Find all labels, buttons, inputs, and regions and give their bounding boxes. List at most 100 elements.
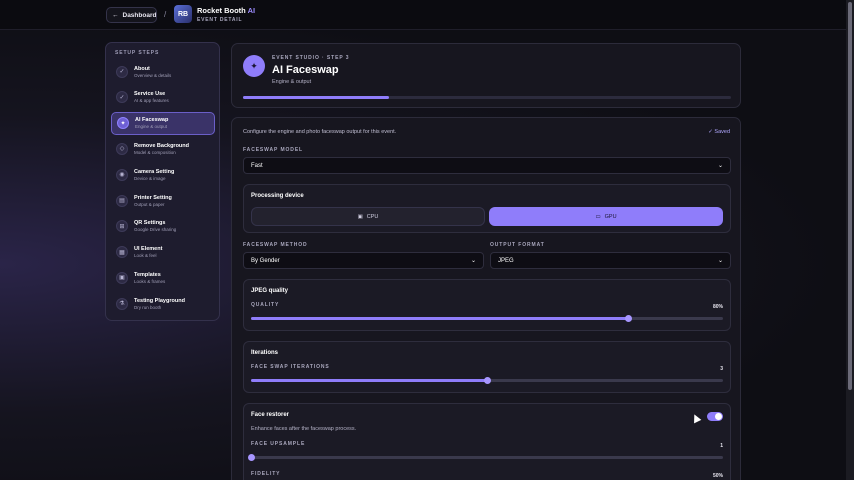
quality-slider[interactable] [251, 314, 723, 322]
sidebar-item-remove-background[interactable]: ◇ Remove Background Model & composition [111, 137, 215, 160]
rocket-booth-logo: RB [174, 5, 192, 23]
brand: Rocket Booth AI EVENT DETAIL [197, 6, 255, 23]
sidebar-item-templates[interactable]: ▣ Templates Looks & frames [111, 266, 215, 289]
step-header-card: ✦ EVENT STUDIO · STEP 3 AI Faceswap Engi… [231, 43, 741, 108]
sidebar-item-label: About [134, 65, 150, 72]
sidebar-item-desc: Looks & frames [134, 278, 166, 284]
eraser-icon: ◇ [116, 142, 128, 155]
chevron-down-icon: ⌄ [470, 258, 476, 264]
faceswap-model-select[interactable]: Fast ⌄ [243, 157, 731, 174]
sidebar-item-desc: Google Drive sharing [134, 227, 177, 233]
sidebar-item-label: Printer Setting [134, 194, 172, 201]
sidebar-item-desc: AI & app features [134, 98, 169, 104]
jpeg-quality-card: JPEG quality QUALITY 80% [243, 279, 731, 331]
sidebar-item-desc: Overview & details [134, 72, 172, 78]
toggle-knob [715, 413, 722, 420]
sidebar-item-desc: Look & feel [134, 253, 157, 259]
check-icon: ✓ [116, 65, 128, 78]
setup-steps-sidebar: SETUP STEPS ✓ About Overview & details ✓ Ser… [105, 42, 220, 321]
sidebar-item-desc: Engine & output [135, 124, 168, 130]
scrollbar-thumb[interactable] [848, 2, 852, 390]
face-restorer-title: Face restorer [251, 412, 290, 418]
fidelity-value: 50% [712, 473, 723, 479]
saved-status: ✓ Saved [708, 129, 730, 135]
faceswap-method-value: By Gender [251, 257, 280, 264]
qr-icon: ⊞ [116, 220, 128, 233]
sidebar-item-label: Testing Playground [134, 297, 185, 304]
wand-icon: ✦ [117, 117, 129, 130]
sidebar-item-about[interactable]: ✓ About Overview & details [111, 60, 215, 83]
page-title: AI Faceswap [272, 64, 339, 76]
quality-value: 80% [712, 304, 723, 310]
sidebar-item-label: QR Settings [134, 220, 166, 227]
sidebar-item-desc: Output & paper [134, 201, 165, 207]
quality-slider-label: QUALITY [251, 302, 280, 308]
iterations-value: 3 [720, 366, 723, 372]
faceswap-method-label: FACESWAP METHOD [243, 242, 308, 248]
iterations-slider[interactable] [251, 376, 723, 384]
iterations-title: Iterations [251, 350, 279, 356]
sidebar-item-camera-setting[interactable]: ◉ Camera Setting Device & image [111, 163, 215, 186]
sidebar-item-label: Templates [134, 271, 161, 278]
iterations-slider-thumb[interactable] [483, 376, 491, 384]
sidebar-item-testing-playground[interactable]: ⚗ Testing Playground Dry run booth [111, 292, 215, 315]
sidebar-item-ui-element[interactable]: ▦ UI Element Look & feel [111, 241, 215, 264]
sidebar-item-qr-settings[interactable]: ⊞ QR Settings Google Drive sharing [111, 215, 215, 238]
processing-device-card: Processing device ▣ CPU ▭ GPU [243, 184, 731, 233]
processing-device-title: Processing device [251, 193, 304, 199]
page-subtitle: Engine & output [272, 79, 312, 85]
camera-icon: ◉ [116, 168, 128, 181]
sidebar-item-desc: Device & image [134, 175, 166, 181]
back-label: Dashboard [122, 11, 157, 19]
wand-icon: ✦ [243, 55, 265, 77]
printer-icon: ▤ [116, 194, 128, 207]
layers-icon: ▦ [116, 246, 128, 259]
brand-name: Rocket Booth [197, 6, 246, 15]
page-scrollbar[interactable] [846, 0, 854, 480]
sidebar-item-label: Camera Setting [134, 168, 175, 175]
quality-slider-fill [251, 317, 629, 320]
sidebar-item-label: Remove Background [134, 142, 190, 149]
brand-subtitle: EVENT DETAIL [197, 17, 243, 23]
sidebar-item-label: UI Element [134, 246, 163, 253]
setup-steps-title: SETUP STEPS [115, 50, 160, 56]
step-progress-bar [243, 96, 731, 99]
output-format-select[interactable]: JPEG ⌄ [490, 252, 731, 269]
quality-slider-thumb[interactable] [625, 314, 633, 322]
iterations-slider-fill [251, 379, 487, 382]
chevron-down-icon: ⌄ [717, 163, 723, 169]
sidebar-item-desc: Model & composition [134, 149, 176, 155]
top-bar: ← Dashboard / RB Rocket Booth AI EVENT D… [0, 0, 854, 30]
brand-ai: AI [247, 6, 256, 15]
breadcrumb-separator: / [164, 10, 167, 19]
face-upsample-slider[interactable] [247, 453, 723, 461]
faceswap-method-select[interactable]: By Gender ⌄ [243, 252, 484, 269]
gpu-label: GPU [604, 213, 617, 220]
face-restorer-card: Face restorer Enhance faces after the fa… [243, 403, 731, 480]
cpu-icon: ▣ [357, 213, 363, 220]
face-upsample-label: FACE UPSAMPLE [251, 441, 306, 447]
face-upsample-slider-thumb[interactable] [247, 453, 255, 461]
sidebar-item-ai-faceswap[interactable]: ✦ AI Faceswap Engine & output [111, 111, 215, 135]
faceswap-model-label: FACESWAP MODEL [243, 147, 304, 153]
step-progress-fill [243, 96, 390, 99]
chevron-down-icon: ⌄ [717, 258, 723, 264]
template-icon: ▣ [116, 271, 128, 284]
output-format-value: JPEG [498, 257, 514, 264]
jpeg-quality-title: JPEG quality [251, 288, 289, 294]
iterations-card: Iterations FACE SWAP ITERATIONS 3 [243, 341, 731, 393]
sidebar-item-printer-setting[interactable]: ▤ Printer Setting Output & paper [111, 189, 215, 212]
brand-title: Rocket Booth AI [197, 6, 255, 15]
back-to-dashboard-button[interactable]: ← Dashboard [106, 7, 157, 23]
sidebar-item-service-use[interactable]: ✓ Service Use AI & app features [111, 86, 215, 109]
cpu-label: CPU [366, 213, 379, 220]
gpu-option-button[interactable]: ▭ GPU [489, 207, 723, 226]
cpu-option-button[interactable]: ▣ CPU [251, 207, 485, 226]
sidebar-item-label: AI Faceswap [135, 117, 169, 124]
gpu-icon: ▭ [595, 213, 601, 220]
output-format-label: OUTPUT FORMAT [490, 242, 545, 248]
face-restorer-desc: Enhance faces after the faceswap process… [251, 426, 357, 432]
face-restorer-toggle[interactable] [707, 412, 723, 421]
face-upsample-value: 1 [720, 443, 723, 449]
faceswap-settings-card: Configure the engine and photo faceswap … [231, 117, 741, 480]
